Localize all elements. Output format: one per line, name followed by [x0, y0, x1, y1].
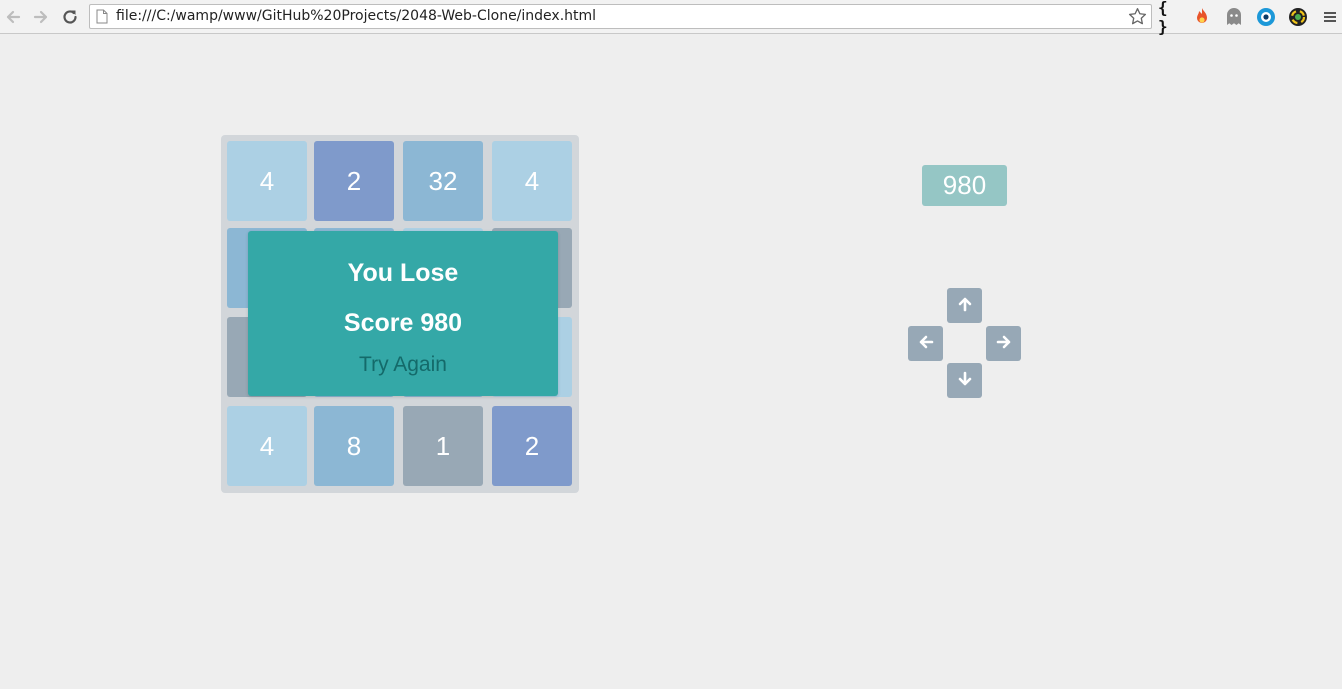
- fire-extension-icon[interactable]: [1191, 6, 1213, 28]
- score-display: 980: [922, 165, 1007, 206]
- arrow-down-button[interactable]: [947, 363, 982, 398]
- star-icon[interactable]: [1128, 7, 1147, 30]
- game-over-dialog: You Lose Score 980 Try Again: [248, 231, 558, 396]
- tile-r4-c4: 2: [492, 406, 572, 486]
- browser-toolbar: file:///C:/wamp/www/GitHub%20Projects/20…: [0, 0, 1342, 36]
- final-score-text: Score 980: [343, 309, 463, 337]
- tile-r1-c4: 4: [492, 141, 572, 221]
- try-again-button[interactable]: Try Again: [248, 353, 558, 377]
- chrome-extension-icon[interactable]: [1287, 6, 1309, 28]
- arrow-up-button[interactable]: [947, 288, 982, 323]
- forward-icon[interactable]: [30, 6, 52, 28]
- game-over-title: You Lose: [347, 259, 459, 287]
- arrow-left-icon: [918, 334, 934, 354]
- ghost-extension-icon[interactable]: [1223, 6, 1245, 28]
- braces-label: { }: [1158, 0, 1168, 36]
- tile-r4-c2: 8: [314, 406, 394, 486]
- arrow-down-icon: [957, 371, 973, 391]
- tile-r4-c1: 4: [227, 406, 307, 486]
- braces-icon[interactable]: { }: [1158, 0, 1180, 36]
- tile-r1-c1: 4: [227, 141, 307, 221]
- arrow-up-icon: [957, 296, 973, 316]
- arrow-right-icon: [996, 334, 1012, 354]
- page-icon: [96, 9, 108, 28]
- tile-r1-c3: 32: [403, 141, 483, 221]
- reload-icon[interactable]: [59, 6, 81, 28]
- eye-extension-icon[interactable]: [1255, 6, 1277, 28]
- url-text: file:///C:/wamp/www/GitHub%20Projects/20…: [116, 8, 597, 24]
- address-bar[interactable]: file:///C:/wamp/www/GitHub%20Projects/20…: [89, 4, 1152, 29]
- arrow-right-button[interactable]: [986, 326, 1021, 361]
- arrow-left-button[interactable]: [908, 326, 943, 361]
- tile-r1-c2: 2: [314, 141, 394, 221]
- menu-icon[interactable]: [1319, 6, 1341, 28]
- back-icon[interactable]: [2, 6, 24, 28]
- tile-r4-c3: 1: [403, 406, 483, 486]
